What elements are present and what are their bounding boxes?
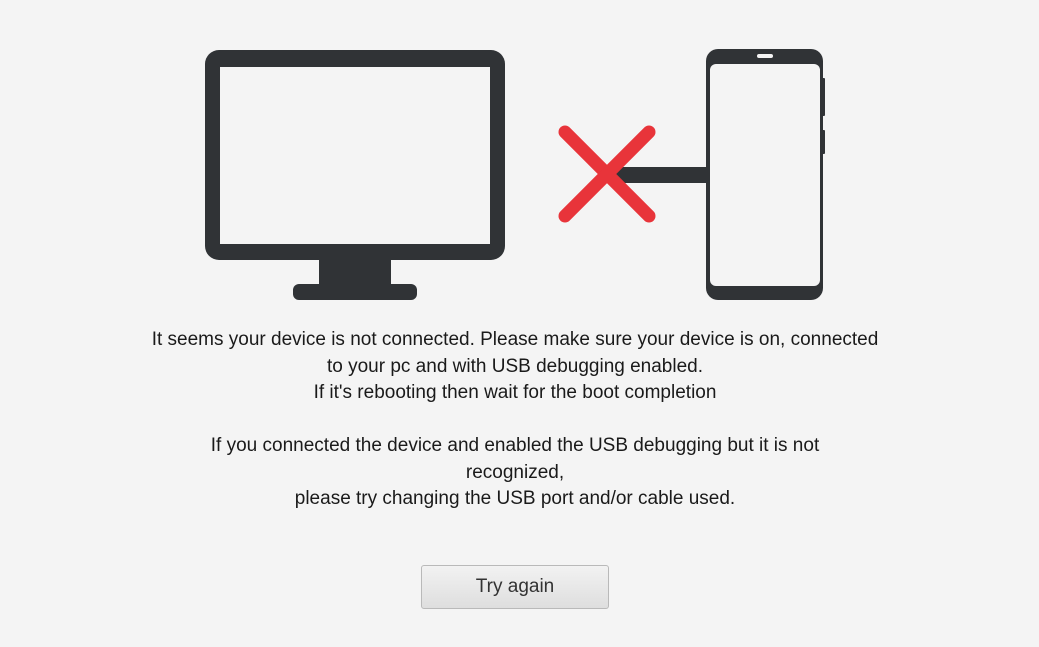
smartphone-icon	[706, 49, 825, 300]
message-line: It seems your device is not connected. P…	[151, 329, 879, 350]
usb-cable-icon	[615, 167, 711, 183]
connection-illustration	[205, 49, 825, 300]
message-line: If it's rebooting then wait for the boot…	[313, 382, 717, 403]
message-line: to your pc and with USB debugging enable…	[326, 355, 704, 377]
hint-line: please try changing the USB port and/or …	[294, 488, 736, 509]
try-again-button[interactable]: Try again	[421, 565, 609, 609]
monitor-icon	[205, 50, 505, 300]
hint-line: recognized,	[465, 461, 565, 483]
hint-line: If you connected the device and enabled …	[210, 435, 820, 456]
usb-hint-message: If you connected the device and enabled …	[100, 433, 930, 513]
connection-message: It seems your device is not connected. P…	[100, 327, 930, 407]
